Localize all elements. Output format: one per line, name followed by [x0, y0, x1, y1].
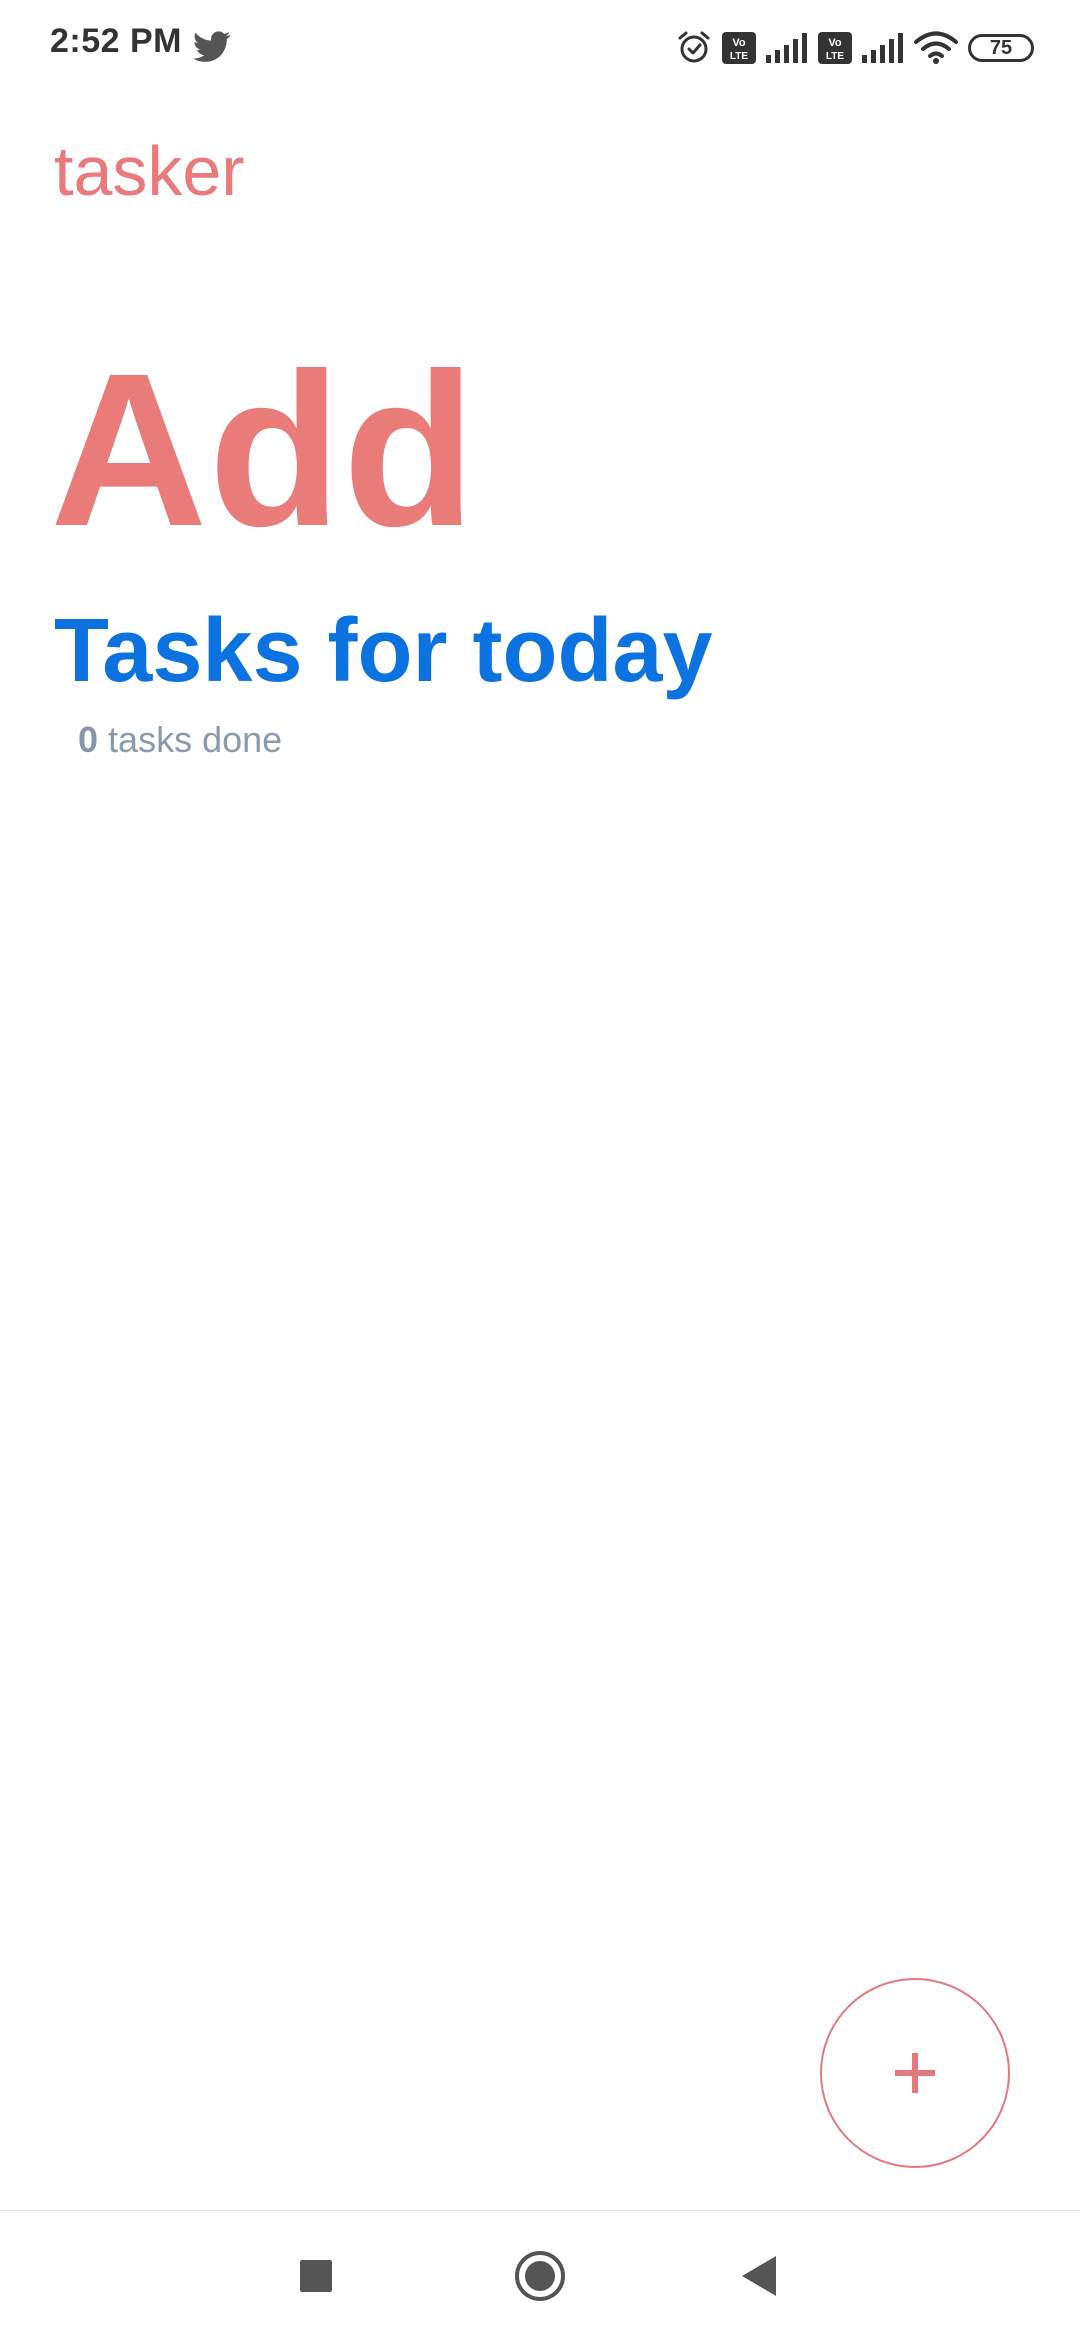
svg-text:LTE: LTE — [730, 51, 748, 62]
tasks-done-summary: 0 tasks done — [78, 722, 282, 758]
recents-button[interactable] — [300, 2260, 332, 2292]
status-icons: Vo LTE Vo LTE 75 — [676, 28, 1034, 68]
svg-text:Vo: Vo — [828, 37, 842, 49]
signal-icon — [862, 33, 903, 63]
alarm-icon — [678, 31, 710, 63]
navigation-bar — [0, 2210, 1080, 2341]
battery-icon: 75 — [968, 34, 1034, 62]
volte-icon: Vo LTE — [722, 32, 756, 64]
back-button[interactable] — [742, 2256, 776, 2296]
home-button[interactable] — [515, 2251, 565, 2301]
svg-text:Vo: Vo — [732, 37, 746, 49]
plus-icon — [895, 2053, 935, 2093]
svg-text:LTE: LTE — [826, 51, 844, 62]
volte-icon: Vo LTE — [818, 32, 852, 64]
hero-title: Add — [50, 329, 477, 572]
status-time: 2:52 PM — [50, 22, 182, 60]
battery-level: 75 — [989, 37, 1013, 59]
tasks-done-label: tasks done — [108, 719, 283, 760]
add-task-button[interactable] — [820, 1978, 1010, 2168]
tasks-done-count: 0 — [78, 719, 99, 760]
app-title: tasker — [54, 132, 245, 210]
twitter-icon — [193, 31, 231, 62]
status-bar: 2:52 PM Vo LTE Vo LTE 75 — [0, 0, 1080, 96]
tasks-heading: Tasks for today — [54, 601, 713, 701]
signal-icon — [766, 33, 807, 63]
wifi-icon — [914, 31, 958, 64]
